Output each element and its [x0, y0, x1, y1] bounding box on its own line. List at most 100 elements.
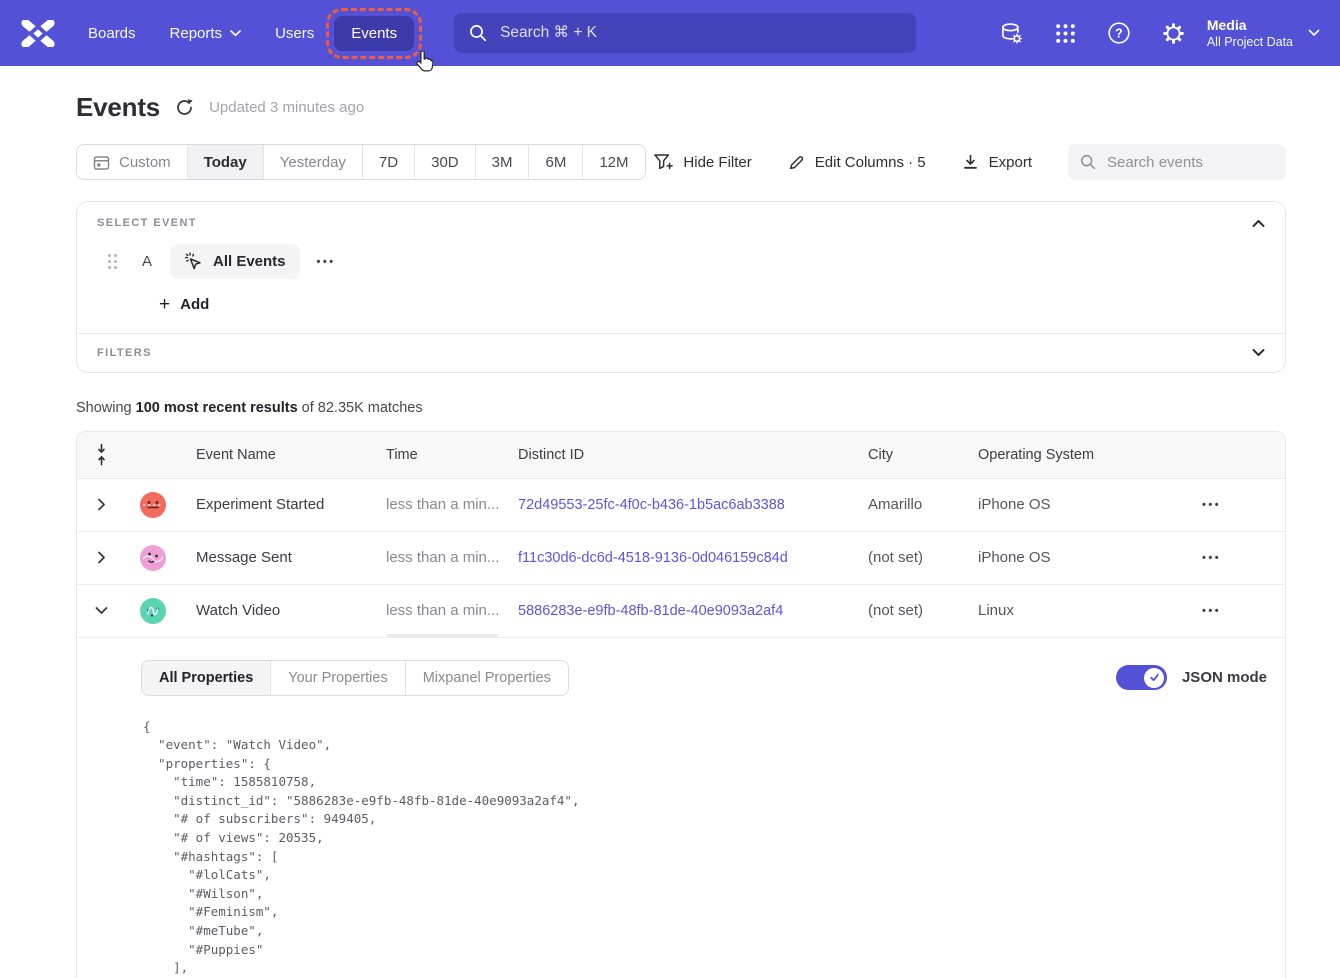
tab-your-properties[interactable]: Your Properties	[270, 661, 404, 695]
cell-city: (not set)	[853, 585, 963, 637]
tab-mixpanel-properties[interactable]: Mixpanel Properties	[405, 661, 568, 695]
calendar-icon	[93, 154, 110, 171]
table-tools: Hide Filter Edit Columns · 5 Export	[654, 144, 1286, 180]
row-actions-ellipsis[interactable]: •••	[1202, 605, 1221, 617]
column-header-distinct-id[interactable]: Distinct ID	[503, 432, 853, 478]
export-button[interactable]: Export	[962, 154, 1032, 171]
date-range-today[interactable]: Today	[187, 145, 263, 179]
nav-item-label: Users	[275, 25, 314, 42]
nav-item-label: Boards	[88, 25, 136, 42]
event-selector-chip[interactable]: All Events	[170, 244, 300, 279]
event-options-ellipsis[interactable]: •••	[317, 256, 336, 268]
events-search[interactable]	[1068, 144, 1286, 180]
date-range-30d[interactable]: 30D	[414, 145, 475, 179]
cell-city: (not set)	[853, 532, 963, 584]
date-range-7d[interactable]: 7D	[362, 145, 414, 179]
events-tab-highlight: Events	[326, 8, 422, 59]
cell-time: less than a min...	[371, 532, 503, 584]
date-range-yesterday[interactable]: Yesterday	[263, 145, 362, 179]
results-summary: Showing 100 most recent results of 82.35…	[76, 400, 1286, 416]
tab-all-properties[interactable]: All Properties	[142, 661, 270, 695]
event-avatar	[140, 545, 166, 571]
search-icon	[1080, 154, 1096, 170]
download-icon	[962, 154, 979, 171]
page-header: Events Updated 3 minutes ago	[76, 92, 1286, 123]
collapse-chevron-up-icon[interactable]	[1252, 219, 1265, 228]
date-range-12m[interactable]: 12M	[582, 145, 644, 179]
apps-grid-icon[interactable]	[1054, 22, 1077, 45]
data-management-icon[interactable]	[999, 21, 1024, 46]
top-nav: Boards Reports Users Events	[0, 0, 1340, 66]
add-event-button[interactable]: + Add	[159, 296, 209, 313]
row-actions-ellipsis[interactable]: •••	[1202, 552, 1221, 564]
main-content: Events Updated 3 minutes ago Custom	[0, 66, 1340, 978]
check-icon	[1149, 672, 1160, 683]
nav-item-events-active[interactable]: Events	[334, 16, 414, 51]
project-name: Media	[1207, 16, 1293, 34]
expand-row-chevron-right-icon[interactable]	[97, 498, 106, 511]
cell-os: iPhone OS	[963, 479, 1173, 531]
hide-filter-button[interactable]: Hide Filter	[654, 154, 751, 171]
settings-gear-icon[interactable]	[1161, 21, 1186, 46]
cell-distinct-id-link[interactable]: f11c30d6-dc6d-4518-9136-0d046159c84d	[503, 532, 853, 584]
date-range-custom[interactable]: Custom	[77, 145, 187, 179]
search-icon	[469, 24, 487, 42]
edit-columns-button[interactable]: Edit Columns · 5	[788, 154, 926, 171]
date-range-selector: Custom Today Yesterday 7D 30D 3M 6M 12M	[76, 144, 646, 180]
refresh-icon[interactable]	[175, 98, 194, 117]
cell-distinct-id-link[interactable]: 5886283e-e9fb-48fb-81de-40e9093a2af4	[503, 585, 853, 637]
project-switcher[interactable]: Media All Project Data	[1207, 16, 1293, 50]
toggle-knob	[1144, 668, 1164, 688]
plus-icon: +	[159, 298, 170, 312]
drag-handle-icon[interactable]	[108, 254, 117, 269]
column-header-event-name[interactable]: Event Name	[181, 432, 371, 478]
global-search[interactable]	[454, 13, 916, 53]
cell-time: less than a min...	[371, 585, 503, 637]
project-scope: All Project Data	[1207, 34, 1293, 50]
table-header: Event Name Time Distinct ID City Operati…	[77, 432, 1285, 479]
column-header-city[interactable]: City	[853, 432, 963, 478]
json-mode-control: JSON mode	[1116, 665, 1267, 690]
cell-distinct-id-link[interactable]: 72d49553-25fc-4f0c-b436-1b5ac6ab3388	[503, 479, 853, 531]
table-row-expanded: Watch Video less than a min... 5886283e-…	[77, 585, 1285, 638]
filters-label: FILTERS	[97, 347, 152, 359]
select-event-section: SELECT EVENT A	[77, 202, 1285, 333]
json-mode-toggle[interactable]	[1116, 665, 1167, 690]
cell-time: less than a min...	[371, 479, 503, 531]
clause-letter: A	[142, 253, 155, 270]
date-range-3m[interactable]: 3M	[475, 145, 529, 179]
cell-event-name[interactable]: Experiment Started	[181, 479, 371, 531]
cell-event-name[interactable]: Message Sent	[181, 532, 371, 584]
collapse-row-chevron-down-icon[interactable]	[95, 606, 108, 615]
global-search-input[interactable]	[498, 23, 901, 43]
cell-os: Linux	[963, 585, 1173, 637]
expand-chevron-down-icon[interactable]	[1252, 348, 1265, 357]
pencil-icon	[788, 154, 805, 171]
select-event-label: SELECT EVENT	[97, 217, 197, 229]
svg-text:?: ?	[1115, 26, 1123, 40]
mixpanel-logo-icon[interactable]	[20, 20, 56, 47]
controls-row: Custom Today Yesterday 7D 30D 3M 6M 12M	[76, 144, 1286, 180]
nav-item-reports[interactable]: Reports	[170, 25, 242, 42]
sort-arrows-icon[interactable]	[95, 443, 108, 466]
nav-item-boards[interactable]: Boards	[88, 25, 136, 42]
date-range-6m[interactable]: 6M	[528, 145, 582, 179]
filters-section[interactable]: FILTERS	[77, 333, 1285, 372]
row-actions-ellipsis[interactable]: •••	[1202, 499, 1221, 511]
mixpanel-events-page: Boards Reports Users Events	[0, 0, 1340, 978]
nav-item-users[interactable]: Users	[275, 25, 314, 42]
column-header-os[interactable]: Operating System	[963, 432, 1173, 478]
events-table: Event Name Time Distinct ID City Operati…	[76, 431, 1286, 978]
nav-right-cluster: ?	[969, 16, 1320, 50]
column-header-time[interactable]: Time	[371, 432, 503, 478]
expand-row-chevron-right-icon[interactable]	[97, 551, 106, 564]
cell-event-name[interactable]: Watch Video	[181, 585, 371, 637]
hand-cursor-icon	[415, 51, 433, 77]
chevron-down-icon	[230, 30, 241, 37]
nav-item-label: Reports	[170, 25, 223, 42]
events-search-input[interactable]	[1105, 153, 1274, 172]
event-avatar	[140, 492, 166, 518]
project-chevron-down-icon[interactable]	[1308, 29, 1320, 37]
truncation-indicator	[386, 634, 498, 637]
help-icon[interactable]: ?	[1107, 21, 1131, 45]
